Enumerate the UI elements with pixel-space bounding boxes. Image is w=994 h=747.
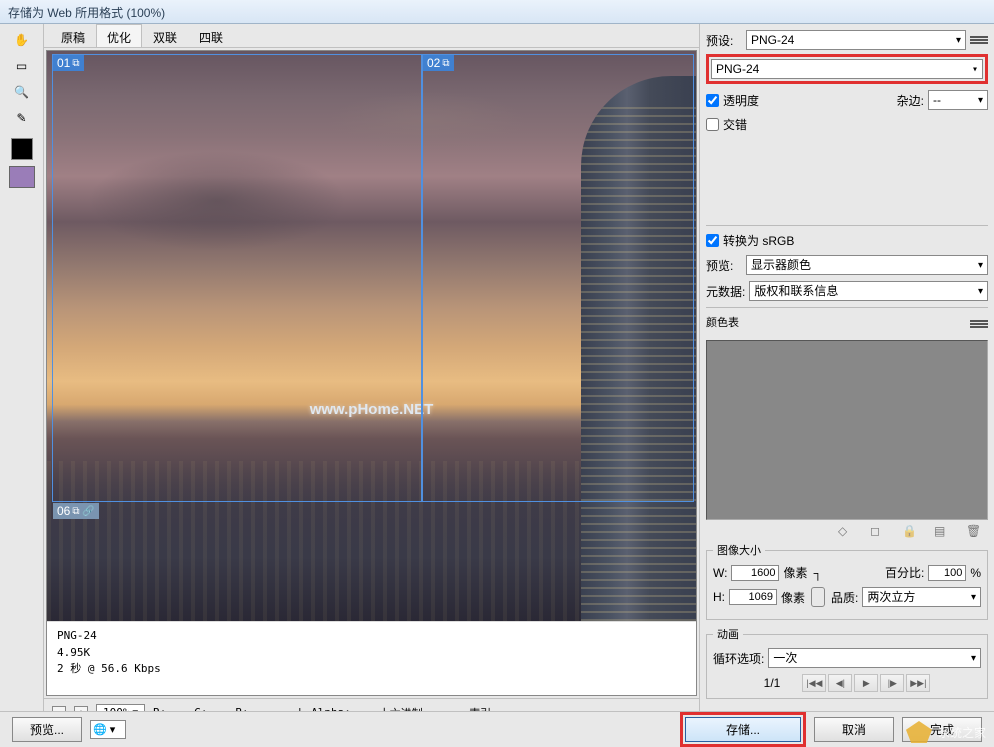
eyedropper-tool[interactable]: ✎ bbox=[8, 106, 36, 130]
footer-bar: 预览... 🌐 ▾ 存储... 取消 完成 系统之家 bbox=[0, 711, 994, 747]
matte-label: 杂边: bbox=[897, 92, 924, 109]
slice-06-label[interactable]: 06 ⧉ 🔗 bbox=[53, 503, 99, 519]
format-select[interactable]: PNG-24 bbox=[711, 59, 983, 79]
loop-select[interactable]: 一次 bbox=[768, 648, 981, 668]
color-table[interactable] bbox=[706, 340, 988, 520]
panel-menu-icon[interactable] bbox=[970, 33, 988, 47]
anim-next-button[interactable]: |▶ bbox=[880, 674, 904, 692]
metadata-select[interactable]: 版权和联系信息 bbox=[749, 281, 988, 301]
slice-01-label[interactable]: 01 ⧉ bbox=[53, 55, 84, 71]
loop-label: 循环选项: bbox=[713, 650, 764, 667]
tab-4up[interactable]: 四联 bbox=[188, 24, 234, 47]
cancel-button[interactable]: 取消 bbox=[814, 717, 894, 742]
info-size: 4.95K bbox=[57, 645, 686, 662]
px-label-1: 像素 bbox=[783, 564, 807, 581]
preview-select[interactable]: 显示器颜色 bbox=[746, 255, 988, 275]
convert-srgb-checkbox[interactable]: 转换为 sRGB bbox=[706, 232, 988, 249]
optimization-info: PNG-24 4.95K 2 秒 @ 56.6 Kbps bbox=[47, 621, 696, 684]
preset-select[interactable]: PNG-24 bbox=[746, 30, 966, 50]
slice-select-tool[interactable]: ▭ bbox=[8, 54, 36, 78]
preview-button[interactable]: 预览... bbox=[12, 717, 82, 742]
title-bar: 存储为 Web 所用格式 (100%) bbox=[0, 0, 994, 24]
info-format: PNG-24 bbox=[57, 628, 686, 645]
anim-last-button[interactable]: ▶▶| bbox=[906, 674, 930, 692]
ct-icon-2[interactable]: ◻ bbox=[870, 524, 884, 538]
save-button[interactable]: 存储... bbox=[685, 717, 801, 742]
metadata-label: 元数据: bbox=[706, 283, 745, 300]
px-label-2: 像素 bbox=[781, 589, 805, 606]
corner-logo-icon bbox=[906, 721, 932, 743]
save-highlight: 存储... bbox=[680, 712, 806, 747]
preview-tabs: 原稿 优化 双联 四联 bbox=[44, 24, 699, 48]
ct-icon-1[interactable]: ◇ bbox=[838, 524, 852, 538]
percent-input[interactable] bbox=[928, 565, 966, 581]
quality-select[interactable]: 两次立方 bbox=[862, 587, 981, 607]
preset-label: 预设: bbox=[706, 32, 742, 49]
settings-panel: 预设: PNG-24 PNG-24 透明度 杂边: -- 交错 转换为 sRGB… bbox=[699, 24, 994, 726]
constrain-link-icon[interactable] bbox=[811, 587, 825, 607]
animation-group: 动画 循环选项: 一次 1/1 |◀◀ ◀| ▶ |▶ ▶▶| bbox=[706, 626, 988, 699]
zoom-tool[interactable]: 🔍 bbox=[8, 80, 36, 104]
quality-label: 品质: bbox=[831, 589, 858, 606]
image-size-group: 图像大小 W: 像素 ┐ 百分比: % H: 像素 品质: 两次立方 bbox=[706, 542, 988, 620]
frame-indicator: 1/1 bbox=[764, 676, 781, 690]
ct-new-icon[interactable]: ▤ bbox=[934, 524, 948, 538]
browser-preview-select[interactable]: 🌐 ▾ bbox=[90, 720, 126, 739]
slice-visibility-toggle[interactable] bbox=[9, 166, 35, 188]
width-input[interactable] bbox=[731, 565, 779, 581]
percent-label: 百分比: bbox=[885, 564, 924, 581]
ct-trash-icon[interactable]: 🗑 bbox=[966, 524, 980, 538]
transparency-checkbox[interactable]: 透明度 bbox=[706, 92, 759, 109]
height-label: H: bbox=[713, 590, 725, 604]
ct-lock-icon[interactable]: 🔒 bbox=[902, 524, 916, 538]
hand-tool[interactable]: ✋ bbox=[8, 28, 36, 52]
width-label: W: bbox=[713, 566, 727, 580]
tab-original[interactable]: 原稿 bbox=[50, 24, 96, 47]
left-toolbar: ✋ ▭ 🔍 ✎ bbox=[0, 24, 44, 726]
info-speed: 2 秒 @ 56.6 Kbps bbox=[57, 661, 686, 678]
color-table-title: 颜色表 bbox=[706, 314, 739, 330]
window-title: 存储为 Web 所用格式 (100%) bbox=[8, 6, 165, 20]
color-table-actions: ◇ ◻ 🔒 ▤ 🗑 bbox=[706, 520, 988, 542]
preview-label: 预览: bbox=[706, 257, 742, 274]
animation-title: 动画 bbox=[713, 626, 743, 642]
format-highlight: PNG-24 bbox=[706, 54, 988, 84]
matte-select[interactable]: -- bbox=[928, 90, 988, 110]
image-size-title: 图像大小 bbox=[713, 542, 765, 558]
tab-optimized[interactable]: 优化 bbox=[96, 24, 142, 47]
height-input[interactable] bbox=[729, 589, 777, 605]
anim-first-button[interactable]: |◀◀ bbox=[802, 674, 826, 692]
anim-prev-button[interactable]: ◀| bbox=[828, 674, 852, 692]
image-preview[interactable]: www.pHome.NET 01 ⧉ 02 ⧉ 06 ⧉ 🔗 PNG-24 4.… bbox=[46, 50, 697, 696]
slice-02-label[interactable]: 02 ⧉ bbox=[423, 55, 454, 71]
percent-unit: % bbox=[970, 566, 981, 580]
color-table-menu-icon[interactable] bbox=[970, 317, 988, 331]
interlace-checkbox[interactable]: 交错 bbox=[706, 116, 747, 133]
foreground-color[interactable] bbox=[11, 138, 33, 160]
tab-2up[interactable]: 双联 bbox=[142, 24, 188, 47]
image-watermark: www.pHome.NET bbox=[310, 401, 434, 418]
anim-play-button[interactable]: ▶ bbox=[854, 674, 878, 692]
corner-watermark: 系统之家 bbox=[906, 721, 986, 743]
